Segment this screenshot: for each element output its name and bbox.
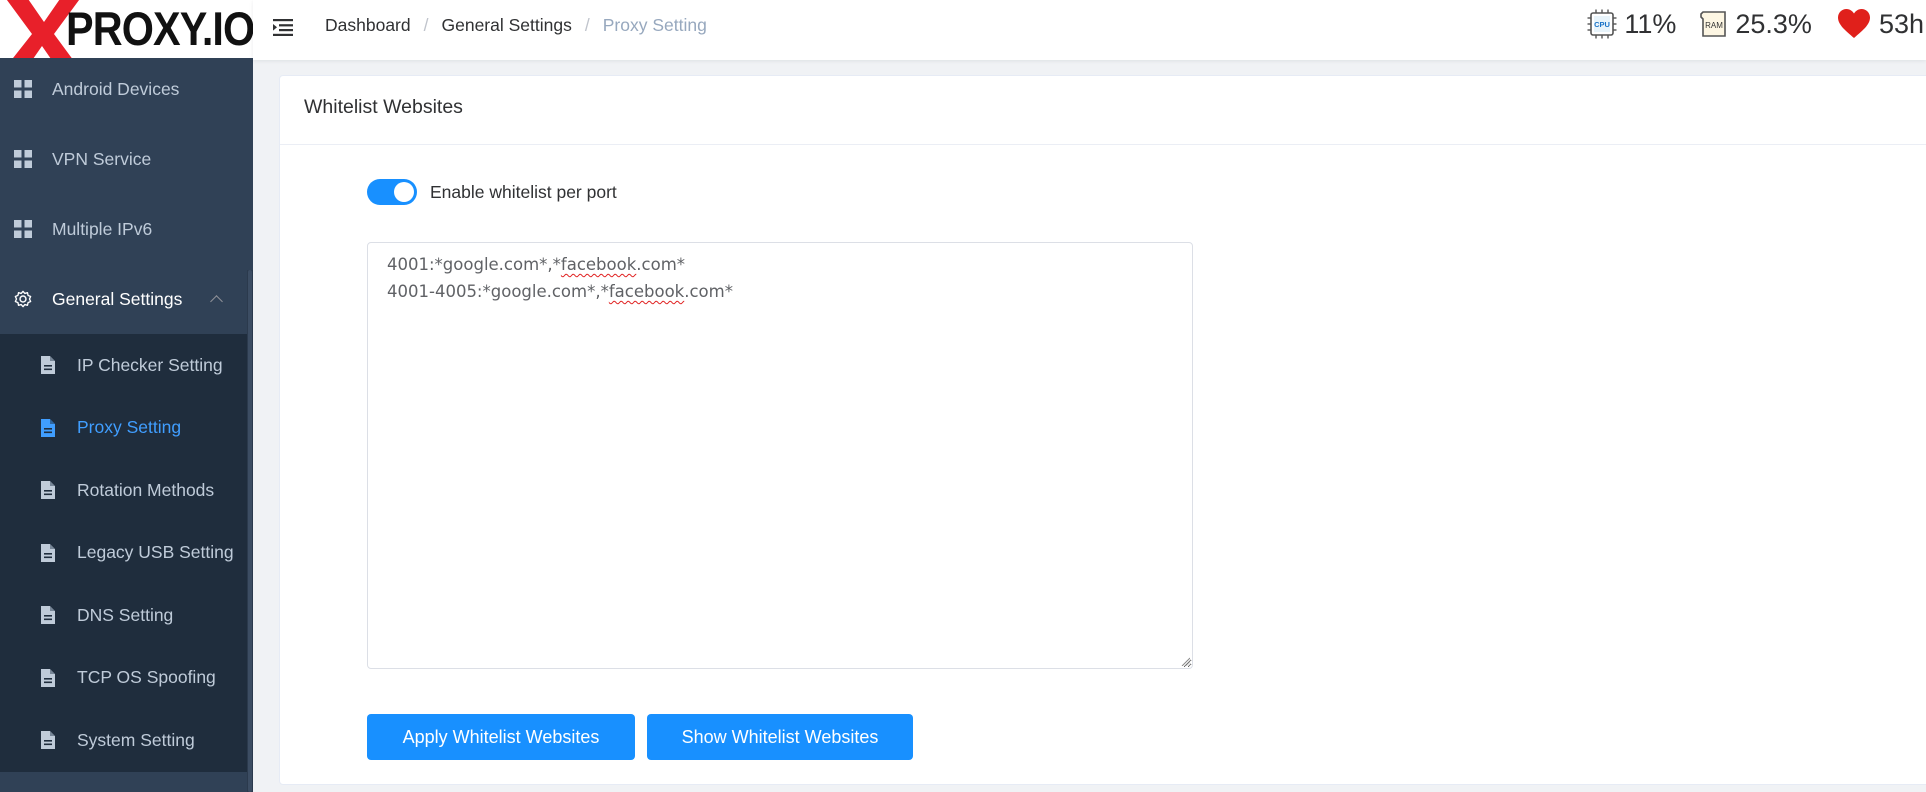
ram-icon: RAM [1700,11,1727,37]
gear-icon [14,290,32,308]
svg-text:CPU: CPU [1594,20,1610,29]
document-icon [41,668,55,687]
sidebar-subitem-label: System Setting [77,729,195,750]
breadcrumb-separator: / [423,15,429,35]
grid-icon [14,150,32,168]
sidebar-subitem-label: TCP OS Spoofing [77,667,216,688]
sidebar-item-label: Multiple IPv6 [52,218,153,239]
sidebar-subitem-label: IP Checker Setting [77,354,223,375]
ram-usage-value: 25.3% [1735,8,1812,39]
whitelist-toggle-row: Enable whitelist per port [367,179,617,205]
whitelist-textarea[interactable]: 4001:*google.com*,*facebook.com* 4001-40… [367,242,1193,669]
top-navbar: Dashboard / General Settings / Proxy Set… [253,0,1926,60]
chevron-up-icon [210,295,223,308]
breadcrumb-separator: / [584,15,590,35]
general-settings-submenu: IP Checker Setting Proxy Setting Rotatio… [0,334,247,772]
sidebar-item-vpn-service[interactable]: VPN Service [0,124,247,194]
document-icon [41,731,55,750]
sidebar-item-ip-checker-setting[interactable]: IP Checker Setting [0,334,247,397]
document-icon [41,418,55,437]
sidebar-subitem-label: Legacy USB Setting [77,542,234,563]
document-icon [41,356,55,375]
sidebar-item-tcp-os-spoofing[interactable]: TCP OS Spoofing [0,647,247,710]
sidebar-item-rotation-methods[interactable]: Rotation Methods [0,459,247,522]
breadcrumb: Dashboard / General Settings / Proxy Set… [325,15,707,36]
sidebar-scrollbar-thumb[interactable] [248,270,252,792]
uptime-stat: 53h [1836,8,1924,40]
sidebar-item-general-settings[interactable]: General Settings [0,264,247,334]
svg-text:RAM: RAM [1705,21,1723,30]
document-icon [41,543,55,562]
system-stats: CPU 11% RAM 25.3% 53h [1587,8,1926,40]
document-icon [41,606,55,625]
grid-icon [14,80,32,98]
sidebar-item-multiple-ipv6[interactable]: Multiple IPv6 [0,194,247,264]
cpu-icon: CPU [1587,9,1617,39]
sidebar-subitem-label: DNS Setting [77,604,174,625]
sidebar-item-label: VPN Service [52,148,152,169]
sidebar-subitem-label: Rotation Methods [77,479,215,500]
sidebar-menu: Android Devices VPN Service Multiple IPv… [0,54,247,772]
apply-whitelist-button[interactable]: Apply Whitelist Websites [367,714,635,760]
card-title: Whitelist Websites [280,76,1926,145]
hamburger-menu-icon[interactable] [273,17,295,37]
sidebar-subitem-label: Proxy Setting [77,417,182,438]
sidebar-item-legacy-usb-setting[interactable]: Legacy USB Setting [0,522,247,585]
cpu-stat: CPU 11% [1587,9,1676,40]
toggle-knob [394,182,414,202]
resize-grip-icon[interactable] [1180,656,1190,666]
heart-icon [1837,9,1870,38]
enable-whitelist-toggle[interactable] [367,179,417,205]
textarea-line: 4001-4005:*google.com*,*facebook.com* [387,282,733,301]
sidebar-item-system-setting[interactable]: System Setting [0,709,247,772]
ram-stat: RAM 25.3% [1700,9,1812,40]
document-icon [41,481,55,500]
sidebar-item-proxy-setting[interactable]: Proxy Setting [0,397,247,460]
show-whitelist-button[interactable]: Show Whitelist Websites [647,714,913,760]
breadcrumb-general-settings[interactable]: General Settings [442,15,572,36]
uptime-value: 53h [1878,8,1924,39]
sidebar-item-label: Android Devices [52,78,180,99]
sidebar-item-dns-setting[interactable]: DNS Setting [0,584,247,647]
cpu-usage-value: 11% [1624,8,1677,39]
breadcrumb-proxy-setting: Proxy Setting [602,15,707,35]
breadcrumb-dashboard[interactable]: Dashboard [325,15,411,36]
whitelist-card: Whitelist Websites Enable whitelist per … [279,75,1926,785]
sidebar-item-label: General Settings [52,288,183,309]
grid-icon [14,220,32,238]
logo-text: PROXY.IO [66,2,253,55]
logo[interactable]: PROXY.IO [0,0,253,58]
sidebar: Android Devices VPN Service Multiple IPv… [0,0,253,792]
enable-whitelist-label: Enable whitelist per port [430,181,617,202]
sidebar-item-android-devices[interactable]: Android Devices [0,54,247,124]
textarea-line: 4001:*google.com*,*facebook.com* [387,255,686,274]
